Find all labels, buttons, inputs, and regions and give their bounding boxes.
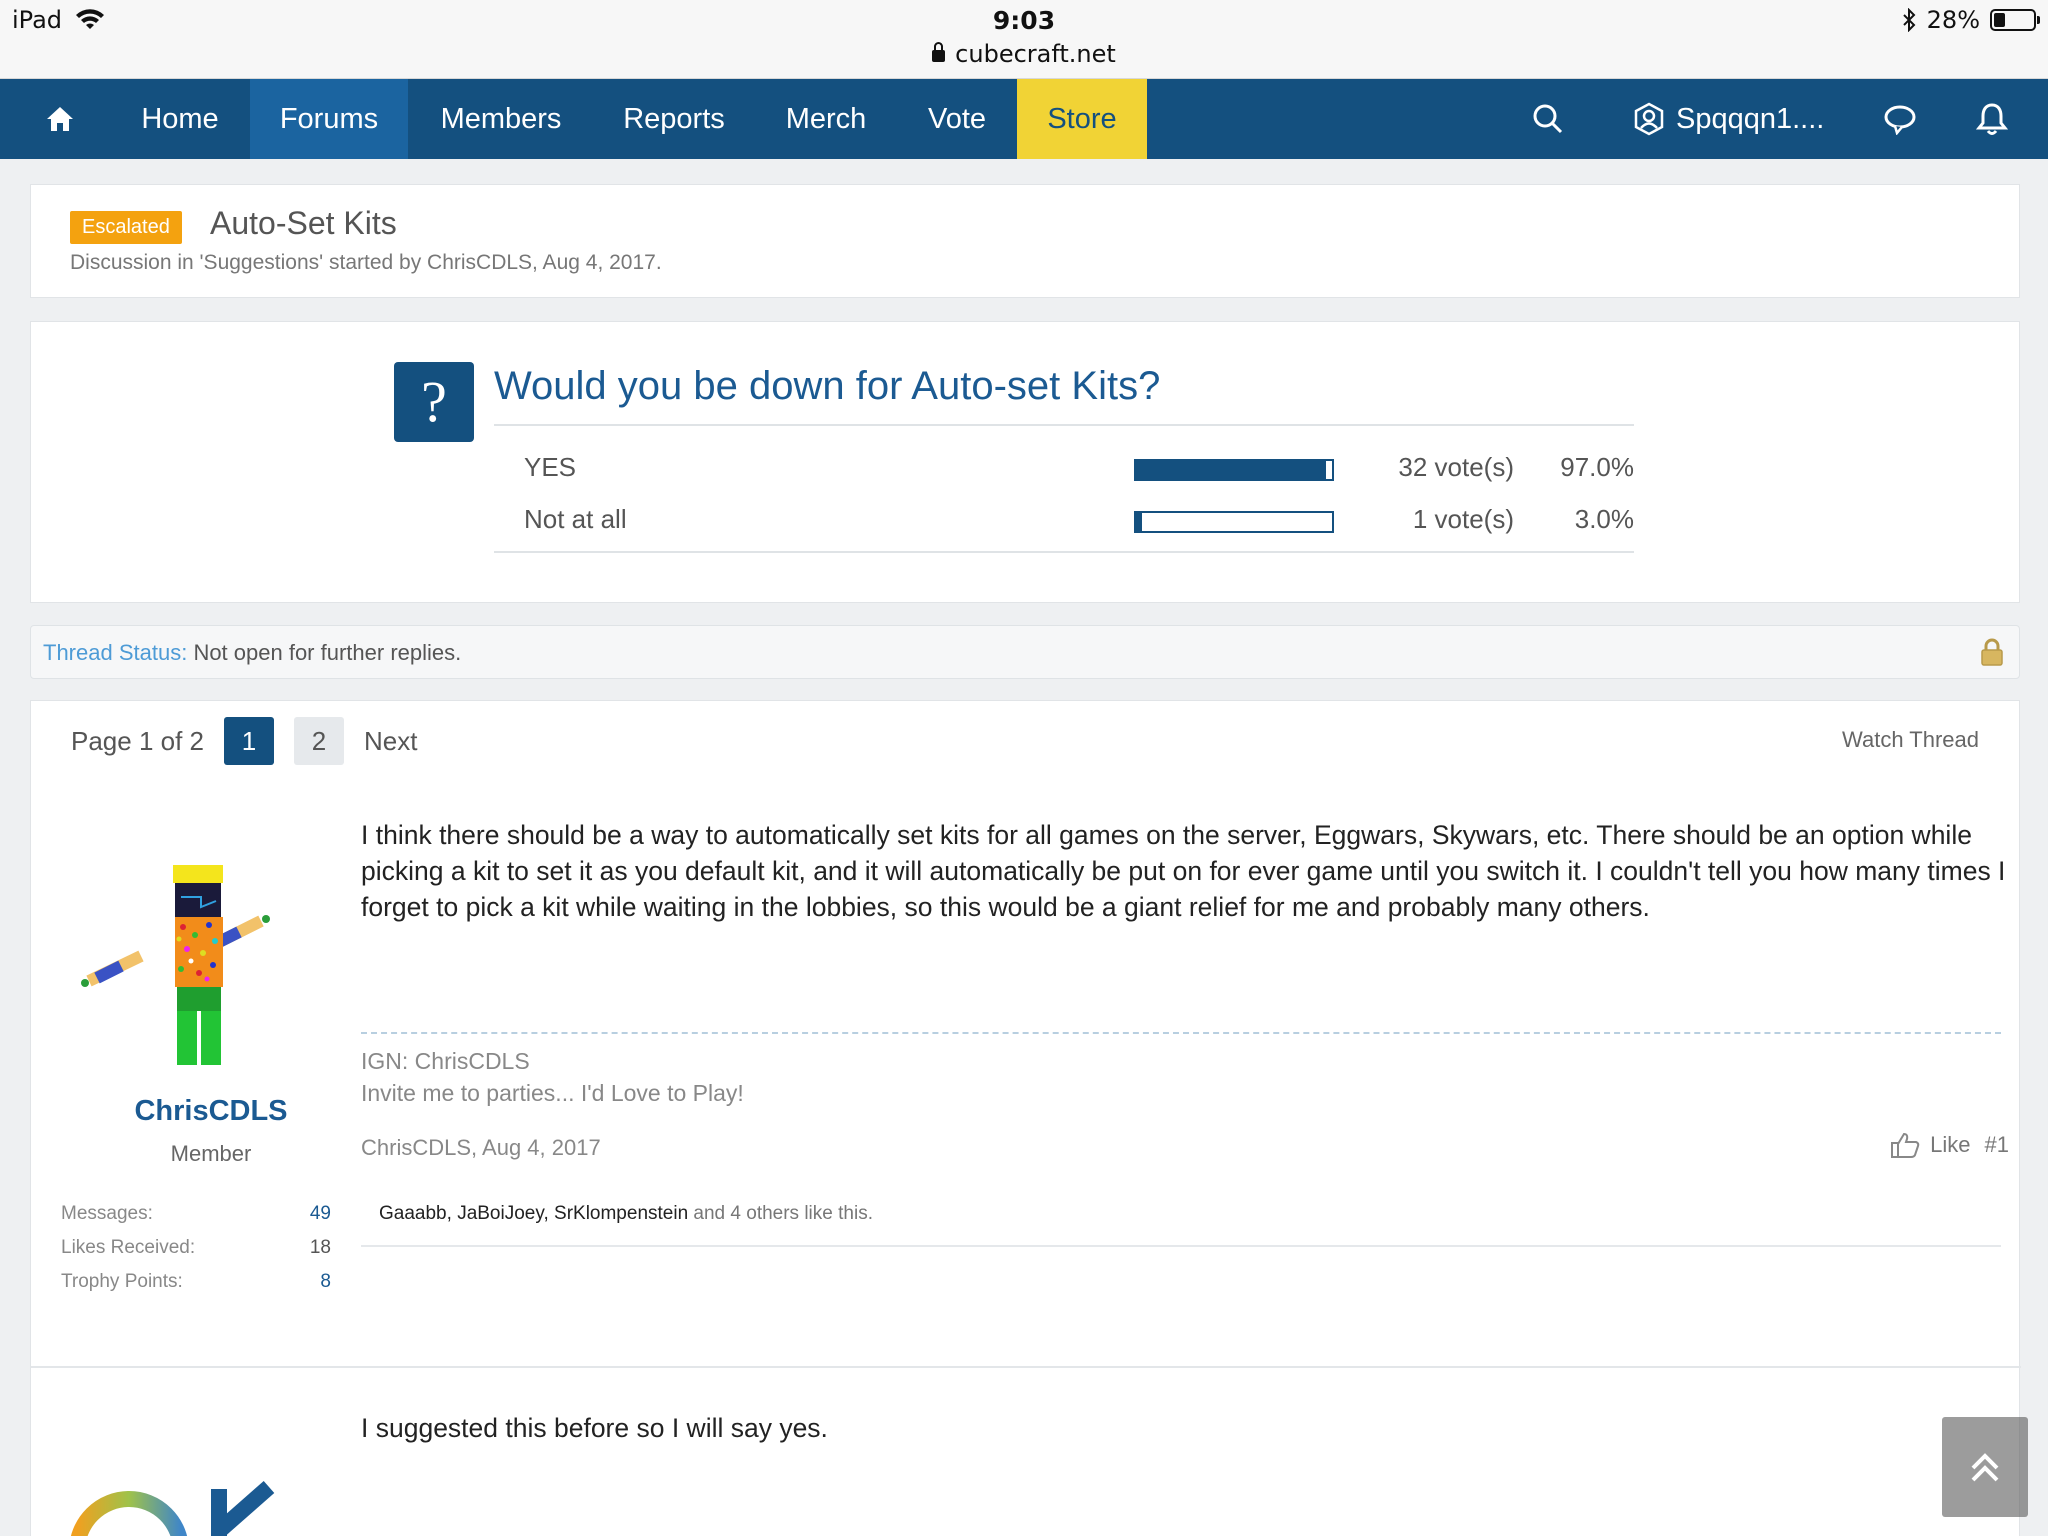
- ios-status-bar: iPad 9:03 cubecraft.net 28%: [0, 0, 2048, 79]
- page-2-button[interactable]: 2: [294, 717, 344, 765]
- poll-option: YES 32 vote(s) 97.0%: [494, 442, 1634, 494]
- poll-option-label: Not at all: [524, 504, 627, 534]
- thread-header: Escalated Auto-Set Kits Discussion in 'S…: [30, 184, 2020, 298]
- nav-home[interactable]: Home: [120, 79, 240, 159]
- nav-vote[interactable]: Vote: [904, 79, 1010, 159]
- stat-likes-received: Likes Received: 18: [61, 1237, 331, 1259]
- lock-icon: [932, 42, 946, 62]
- thread-status-bar: Thread Status: Not open for further repl…: [30, 625, 2020, 679]
- username-label: Spqqqn1....: [1676, 103, 1825, 135]
- battery-icon: [1990, 9, 2040, 31]
- poll-option: Not at all 1 vote(s) 3.0%: [494, 494, 1634, 546]
- nav-reports[interactable]: Reports: [600, 79, 748, 159]
- bell-icon[interactable]: [1972, 99, 2012, 139]
- thumbs-up-icon: [1891, 1132, 1920, 1158]
- next-page-link[interactable]: Next: [364, 726, 417, 757]
- like-label: Like: [1930, 1132, 1971, 1157]
- poll-percent: 3.0%: [1574, 504, 1634, 534]
- user-title: Member: [170, 1141, 252, 1166]
- nav-merch[interactable]: Merch: [768, 79, 884, 159]
- poll-divider: [494, 424, 1634, 426]
- home-icon[interactable]: [40, 99, 80, 139]
- nav-members[interactable]: Members: [420, 79, 582, 159]
- post-author[interactable]: ChrisCDLS: [61, 1095, 361, 1128]
- main-navbar: Home Forums Members Reports Merch Vote S…: [0, 79, 2048, 159]
- stat-messages: Messages: 49: [61, 1203, 331, 1225]
- thread-title: Auto-Set Kits: [210, 205, 397, 241]
- thread-prefix-badge[interactable]: Escalated: [70, 211, 182, 244]
- stat-value: 18: [309, 1237, 331, 1258]
- poll-option-label: YES: [524, 452, 577, 482]
- conversations-icon[interactable]: [1880, 99, 1920, 139]
- poll-divider: [494, 551, 1634, 553]
- liker-link[interactable]: Gaaabb: [379, 1203, 447, 1224]
- chevron-up-icon: [1971, 1453, 1999, 1482]
- battery-fill: [1994, 13, 2005, 27]
- status-right: 28%: [1901, 6, 2040, 34]
- battery-percent: 28%: [1926, 6, 1980, 34]
- liker-link[interactable]: JaBoiJoey: [457, 1203, 543, 1224]
- thread-status-label: Thread Status:: [43, 640, 188, 665]
- poll-votes: 1 vote(s): [1412, 504, 1514, 534]
- poll-bar: [1134, 511, 1334, 533]
- user-menu[interactable]: Spqqqn1....: [1632, 79, 1824, 159]
- liker-link[interactable]: SrKlompenstein: [554, 1203, 688, 1224]
- pagination: Page 1 of 2 1 2 Next: [71, 717, 417, 765]
- url-text: cubecraft.net: [955, 40, 1116, 68]
- watch-thread-link[interactable]: Watch Thread: [1842, 727, 1979, 753]
- thread-status: Thread Status: Not open for further repl…: [43, 640, 461, 666]
- poll-bar: [1134, 459, 1334, 481]
- clock: 9:03: [992, 6, 1056, 35]
- poll-percent: 97.0%: [1560, 452, 1634, 482]
- poll: ? Would you be down for Auto-set Kits? Y…: [30, 321, 2020, 603]
- signature: IGN: ChrisCDLS Invite me to parties... I…: [361, 1045, 744, 1109]
- nav-store[interactable]: Store: [1017, 79, 1147, 159]
- post-actions: Like #1: [1890, 1131, 2009, 1159]
- post-separator: [31, 1366, 2021, 1368]
- poll-votes: 32 vote(s): [1398, 452, 1514, 482]
- user-avatar-icon: [1634, 102, 1664, 136]
- user-avatar[interactable]: [61, 851, 301, 1091]
- poll-question: Would you be down for Auto-set Kits?: [494, 364, 1161, 408]
- like-button[interactable]: Like: [1890, 1131, 1971, 1159]
- signature-line: IGN: ChrisCDLS: [361, 1048, 530, 1074]
- page-count: Page 1 of 2: [71, 725, 204, 756]
- post-message: I suggested this before so I will say ye…: [361, 1413, 828, 1443]
- posts-container: Page 1 of 2 1 2 Next Watch Thread ChrisC…: [30, 700, 2021, 1536]
- stat-value[interactable]: 49: [310, 1203, 331, 1225]
- poll-bar-fill: [1136, 461, 1327, 479]
- padlock-icon: [1981, 638, 2003, 666]
- signature-line: Invite me to parties... I'd Love to Play…: [361, 1080, 744, 1106]
- post-date[interactable]: ChrisCDLS, Aug 4, 2017: [361, 1135, 601, 1161]
- nav-forums[interactable]: Forums: [250, 79, 408, 159]
- scroll-to-top-button[interactable]: [1942, 1417, 2028, 1517]
- likes-summary: Gaaabb, JaBoiJoey, SrKlompenstein and 4 …: [361, 1189, 2001, 1247]
- thread-status-value: Not open for further replies.: [193, 640, 462, 665]
- signature-divider: [361, 1032, 2001, 1034]
- stat-label: Trophy Points:: [61, 1271, 183, 1292]
- address-bar[interactable]: cubecraft.net: [0, 40, 2048, 68]
- likes-suffix[interactable]: and 4 others like this.: [693, 1203, 873, 1224]
- stat-label: Likes Received:: [61, 1237, 196, 1258]
- search-icon[interactable]: [1528, 99, 1568, 139]
- thread-meta: Discussion in 'Suggestions' started by C…: [70, 251, 662, 274]
- bluetooth-icon: [1902, 8, 1916, 32]
- user-avatar[interactable]: [69, 1481, 329, 1536]
- stat-value[interactable]: 8: [320, 1271, 331, 1293]
- post-number[interactable]: #1: [1985, 1132, 2009, 1158]
- stat-trophy-points: Trophy Points: 8: [61, 1271, 331, 1293]
- post-message: I think there should be a way to automat…: [361, 820, 2006, 922]
- page-1-button[interactable]: 1: [224, 717, 274, 765]
- stat-label: Messages:: [61, 1203, 153, 1224]
- question-icon: ?: [394, 362, 474, 442]
- poll-bar-fill: [1136, 513, 1142, 531]
